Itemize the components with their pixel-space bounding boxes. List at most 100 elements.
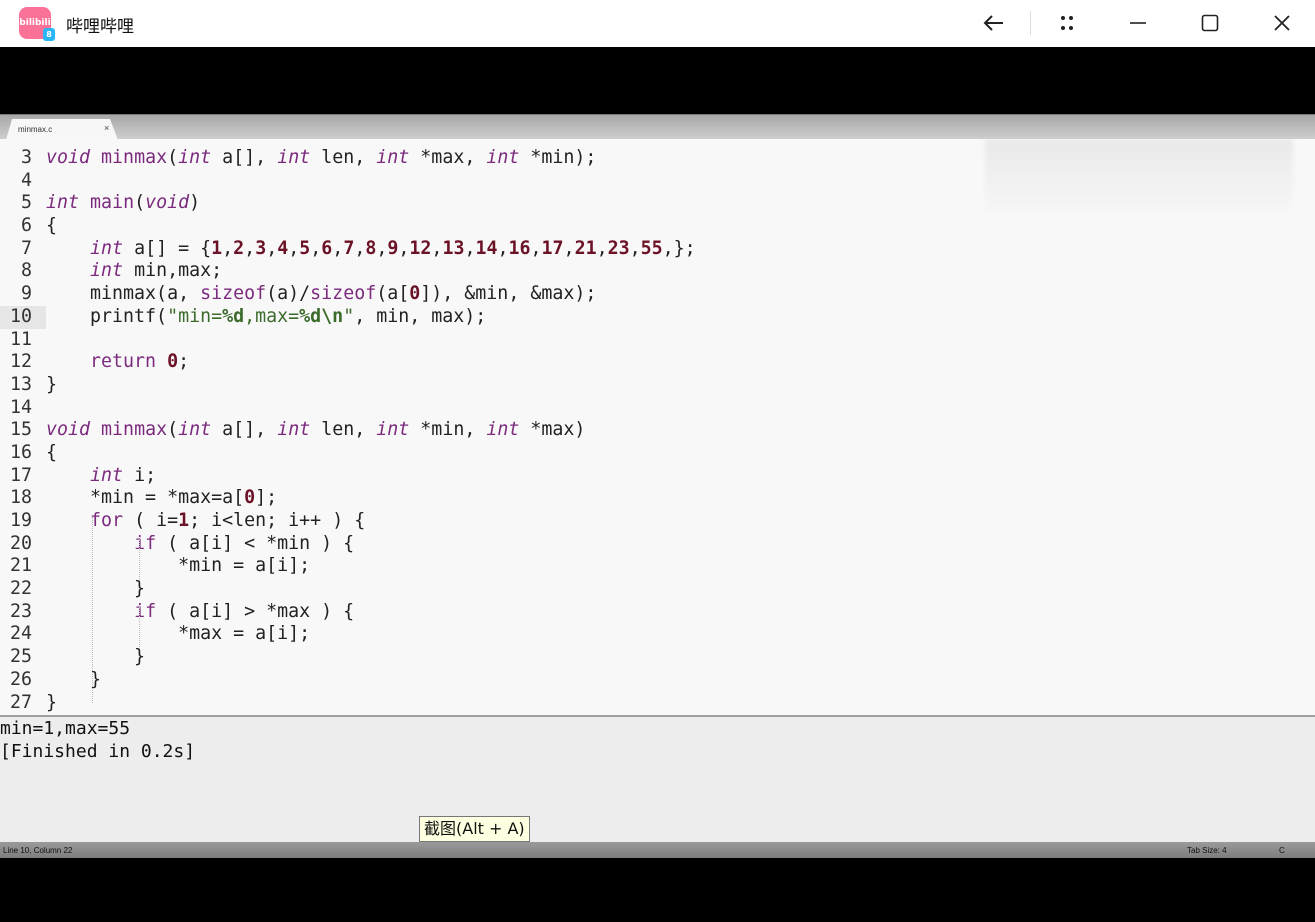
code-text: {: [46, 215, 58, 237]
code-line[interactable]: 4: [0, 170, 696, 193]
dots-grid-icon: [1061, 16, 1073, 30]
code-line[interactable]: 15 void minmax(int a[], int len, int *min…: [0, 419, 696, 442]
code-text: }: [46, 578, 146, 600]
code-line[interactable]: 8 int min,max;: [0, 260, 696, 283]
code-line[interactable]: 23 if ( a[i] > *max ) {: [0, 601, 696, 624]
line-number: 3: [20, 147, 32, 168]
code-line[interactable]: 20 if ( a[i] < *min ) {: [0, 533, 696, 556]
code-text: for ( i=1; i<len; i++ ) {: [90, 510, 366, 531]
line-number: 17: [9, 464, 32, 486]
code-text: printf("min=%d,max=%d\n", min, max);: [46, 305, 487, 327]
line-number: 10: [0, 305, 46, 329]
line-number: 9: [20, 283, 32, 305]
line-number: 16: [9, 441, 32, 463]
code-line[interactable]: 24 *max = a[i];: [0, 623, 696, 646]
line-number: 8: [20, 260, 32, 282]
code-line[interactable]: 10 printf("min=%d,max=%d\n", min, max);: [0, 305, 696, 329]
close-button[interactable]: [1262, 7, 1302, 39]
code-line[interactable]: 18 *min = *max=a[0];: [0, 487, 696, 510]
maximize-button[interactable]: [1190, 7, 1230, 39]
line-number: 11: [9, 328, 32, 350]
code-text: *min = *max=a[0];: [46, 487, 278, 509]
syntax-selector[interactable]: C: [1279, 846, 1285, 855]
tab-close-icon[interactable]: ×: [104, 123, 109, 133]
more-options-button[interactable]: [1047, 7, 1087, 39]
code-line[interactable]: 3 void minmax(int a[], int len, int *max,…: [0, 147, 696, 170]
minimize-button[interactable]: [1118, 7, 1158, 39]
cursor-position: Line 10, Column 22: [3, 846, 73, 855]
line-number: 22: [9, 578, 32, 600]
maximize-icon: [1201, 14, 1219, 32]
video-letterbox-bottom: [0, 858, 1315, 922]
code-line[interactable]: 12 return 0;: [0, 351, 696, 374]
code-line[interactable]: 19 for ( i=1; i<len; i++ ) {: [0, 510, 696, 533]
logo-badge: 8: [43, 28, 55, 41]
indent-guide: [92, 517, 93, 703]
code-line[interactable]: 11: [0, 329, 696, 352]
video-letterbox-top: [0, 47, 1315, 114]
code-line[interactable]: 7 int a[] = {1,2,3,4,5,6,7,8,9,12,13,14,…: [0, 238, 696, 261]
code-text: void minmax(int a[], int len, int *max, …: [46, 147, 597, 168]
code-line[interactable]: 26 }: [0, 669, 696, 692]
arrow-left-icon: [983, 15, 1003, 31]
code-line[interactable]: 16 {: [0, 442, 696, 465]
line-number: 25: [9, 646, 32, 668]
close-icon: [1274, 15, 1290, 31]
output-line: min=1,max=55: [0, 718, 131, 739]
back-button[interactable]: [974, 7, 1014, 39]
line-number: 24: [9, 623, 32, 645]
title-bar: bilibili 8 哔哩哔哩: [0, 0, 1315, 47]
logo-text: bilibili: [19, 18, 51, 28]
minimize-icon: [1130, 22, 1146, 24]
line-number: 19: [9, 510, 32, 531]
code-text: int main(void): [46, 192, 201, 214]
code-editor[interactable]: 3 void minmax(int a[], int len, int *max,…: [0, 139, 1315, 715]
line-number: 6: [20, 215, 32, 237]
line-number: 15: [9, 419, 32, 441]
tab-size-selector[interactable]: Tab Size: 4: [1187, 846, 1227, 855]
code-line[interactable]: 5 int main(void): [0, 192, 696, 215]
code-area[interactable]: 3 void minmax(int a[], int len, int *max,…: [0, 147, 696, 714]
indent-guide: [139, 607, 140, 647]
tab-minmax-c[interactable]: minmax.c ×: [6, 119, 118, 140]
code-text: int i;: [90, 464, 157, 486]
code-text: }: [46, 373, 58, 395]
code-line[interactable]: 27}: [0, 692, 696, 715]
line-number: 5: [20, 192, 32, 214]
app-title: 哔哩哔哩: [66, 17, 134, 37]
code-text: return 0;: [90, 351, 190, 373]
code-text: void minmax(int a[], int len, int *min, …: [46, 419, 586, 441]
code-text: }: [46, 691, 58, 713]
code-text: {: [46, 441, 58, 463]
code-line[interactable]: 14: [0, 397, 696, 420]
minimap[interactable]: [985, 139, 1293, 211]
code-text: *max = a[i];: [46, 623, 311, 645]
code-text: minmax(a, sizeof(a)/sizeof(a[0]), &min, …: [46, 283, 597, 305]
code-line[interactable]: 21 *min = a[i];: [0, 555, 696, 578]
code-text: *min = a[i];: [46, 555, 311, 577]
line-number: 21: [9, 555, 32, 577]
line-number: 13: [9, 373, 32, 395]
screenshot-tooltip: 截图(Alt + A): [419, 816, 530, 842]
line-number: 23: [9, 600, 32, 622]
line-number: 20: [9, 532, 32, 554]
output-line: [Finished in 0.2s]: [0, 741, 196, 762]
line-number: 12: [9, 351, 32, 373]
code-line[interactable]: 6{: [0, 215, 696, 238]
line-number: 4: [20, 169, 32, 191]
code-line[interactable]: 22 }: [0, 578, 696, 601]
line-number: 14: [9, 396, 32, 418]
line-number: 26: [9, 668, 32, 690]
line-number: 18: [9, 487, 32, 509]
build-output-panel: min=1,max=55 [Finished in 0.2s]: [0, 715, 1315, 844]
bilibili-logo-icon: bilibili 8: [19, 7, 55, 41]
code-line[interactable]: 25 }: [0, 646, 696, 669]
code-line[interactable]: 13}: [0, 374, 696, 397]
code-text: int min,max;: [90, 260, 223, 282]
title-separator: [1030, 11, 1031, 35]
code-text: }: [46, 646, 146, 668]
code-line[interactable]: 9 minmax(a, sizeof(a)/sizeof(a[0]), &min…: [0, 283, 696, 306]
code-text: int a[] = {1,2,3,4,5,6,7,8,9,12,13,14,16…: [90, 237, 696, 259]
editor-tab-strip: minmax.c ×: [0, 114, 1315, 140]
code-line[interactable]: 17 int i;: [0, 465, 696, 488]
